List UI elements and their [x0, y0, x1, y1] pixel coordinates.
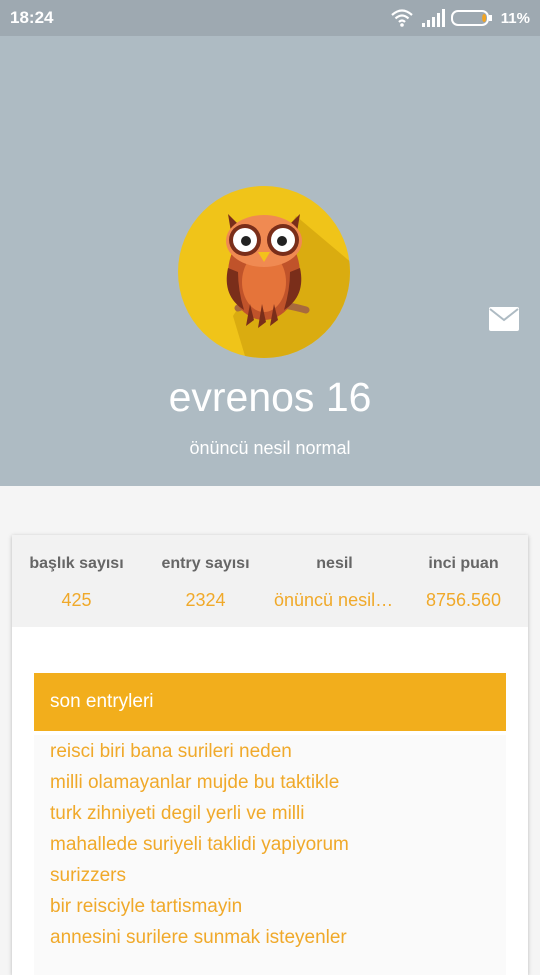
stat-score: inci puan 8756.560: [399, 535, 528, 627]
message-button[interactable]: [488, 306, 520, 334]
stat-value: önüncü nesil normal: [274, 590, 395, 610]
user-title: önüncü nesil normal: [189, 438, 351, 458]
status-icons: 11%: [391, 8, 530, 28]
entry-link[interactable]: milli olamayanlar mujde bu taktikle: [50, 772, 339, 800]
wifi-icon: [391, 9, 413, 27]
avatar[interactable]: [178, 186, 350, 358]
battery-icon: [450, 9, 493, 27]
stat-value: 425: [61, 590, 92, 610]
stat-label: nesil: [316, 555, 353, 572]
stat-value: 2324: [185, 590, 226, 610]
entry-link[interactable]: turk zihniyeti degil yerli ve milli: [50, 803, 304, 831]
stat-label: inci puan: [428, 555, 499, 572]
status-time: 18:24: [10, 8, 54, 27]
stat-entry-count: entry sayısı 2324: [141, 535, 270, 627]
stat-value: 8756.560: [425, 590, 502, 610]
mail-icon: [489, 307, 519, 331]
stats-row: başlık sayısı 425 entry sayısı 2324 nesi…: [12, 535, 528, 627]
entry-link[interactable]: mahallede suriyeli taklidi yapiyorum: [50, 834, 349, 862]
recent-entries-header: son entryleri: [34, 673, 506, 731]
stat-label: entry sayısı: [161, 555, 250, 572]
battery-percent: 11%: [500, 9, 530, 27]
entry-link[interactable]: reisci biri bana surileri neden: [50, 741, 292, 769]
profile-card: başlık sayısı 425 entry sayısı 2324 nesi…: [12, 535, 528, 975]
entry-link[interactable]: surizzers: [50, 865, 126, 893]
username: evrenos 16: [168, 374, 372, 420]
stat-generation: nesil önüncü nesil normal: [270, 535, 399, 627]
recent-entries-list: reisci biri bana surileri neden milli ol…: [34, 735, 506, 975]
stat-label: başlık sayısı: [29, 555, 124, 572]
signal-icon: [421, 9, 445, 27]
profile-header: evrenos 16 önüncü nesil normal: [0, 36, 540, 486]
entry-link[interactable]: bir reisciyle tartismayin: [50, 896, 242, 924]
stat-title-count: başlık sayısı 425: [12, 535, 141, 627]
status-bar: 18:24 11%: [0, 0, 540, 36]
entry-link[interactable]: annesini surilere sunmak isteyenler: [50, 927, 347, 955]
owl-avatar-icon: [178, 186, 350, 358]
